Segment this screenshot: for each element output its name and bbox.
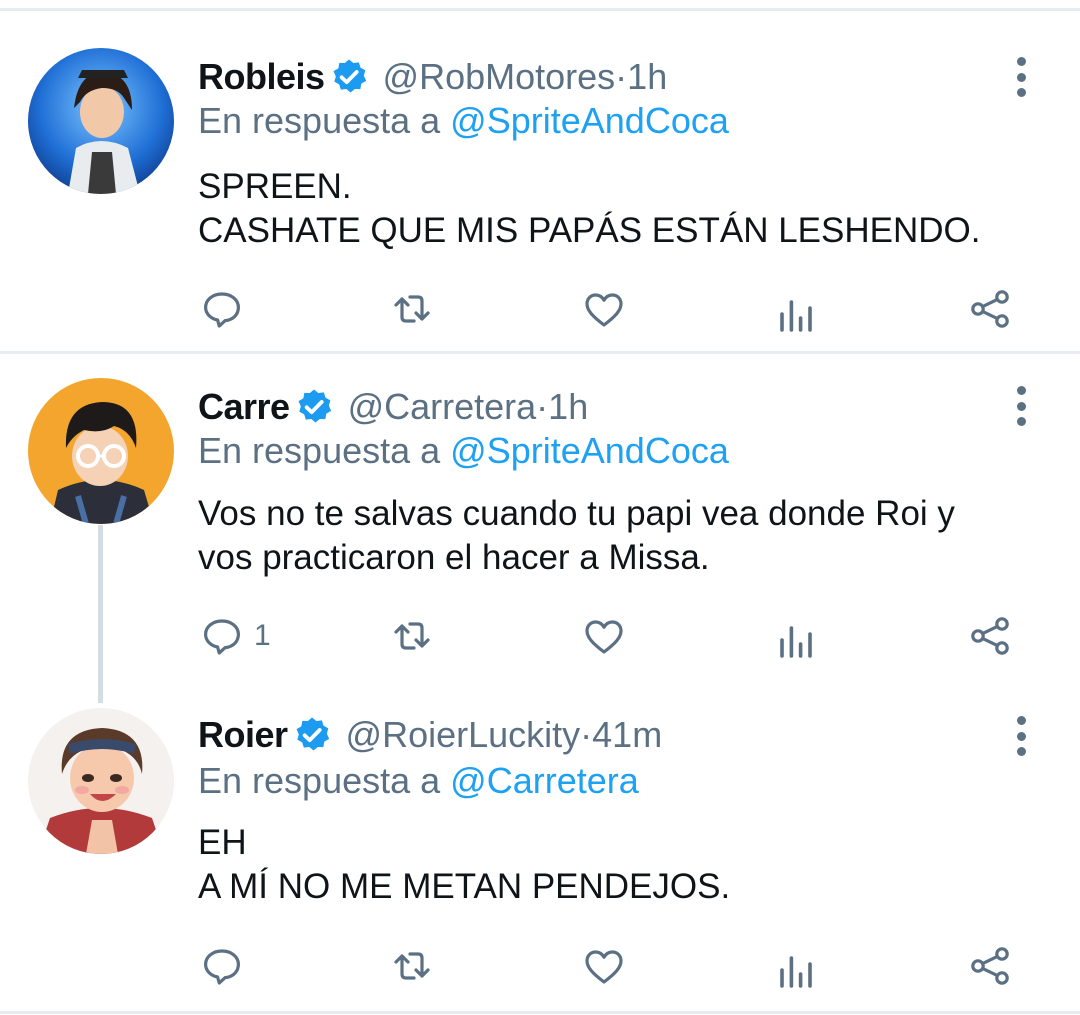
share-icon <box>971 947 1009 985</box>
like-button[interactable] <box>580 285 628 333</box>
reply-prefix: En respuesta a <box>198 760 451 801</box>
stats-button[interactable] <box>772 946 820 994</box>
reply-button[interactable]: 1 <box>198 612 271 660</box>
tweet[interactable]: Robleis @RobMotores · 1h En respuesta a … <box>0 0 1080 350</box>
reply-mention-link[interactable]: @SpriteAndCoca <box>450 430 729 471</box>
like-button[interactable] <box>580 612 628 660</box>
reply-context: En respuesta a @Carretera <box>198 760 639 802</box>
reply-count: 1 <box>254 619 271 652</box>
avatar[interactable] <box>28 378 174 524</box>
stats-button[interactable] <box>772 290 820 338</box>
reply-prefix: En respuesta a <box>198 100 451 141</box>
stats-icon <box>780 956 812 988</box>
separator: · <box>580 714 593 755</box>
retweet-icon <box>394 952 430 980</box>
display-name[interactable]: Robleis <box>198 56 325 98</box>
like-button[interactable] <box>580 942 628 990</box>
retweet-icon <box>394 295 430 323</box>
stats-button[interactable] <box>772 616 820 664</box>
bottom-divider <box>0 1011 1080 1014</box>
tweet-text-line: A MÍ NO ME METAN PENDEJOS. <box>198 867 731 906</box>
display-name[interactable]: Carre <box>198 386 290 428</box>
retweet-button[interactable] <box>388 285 436 333</box>
reply-mention-link[interactable]: @SpriteAndCoca <box>450 100 729 141</box>
tweet[interactable]: Roier @RoierLuckity · 41m En respuesta a… <box>0 684 1080 1011</box>
like-icon <box>585 293 623 327</box>
timestamp[interactable]: 1h <box>548 386 588 428</box>
share-icon <box>971 617 1009 655</box>
tweet-text: Vos no te salvas cuando tu papi vea dond… <box>198 492 1058 580</box>
share-button[interactable] <box>966 285 1014 333</box>
share-button[interactable] <box>966 942 1014 990</box>
tweet-text-line: vos practicaron el hacer a Missa. <box>198 538 710 577</box>
share-icon <box>971 290 1009 328</box>
tweet-header: Carre @Carretera · 1h <box>198 384 588 430</box>
stats-icon <box>780 300 812 332</box>
tweet-text-line: Vos no te salvas cuando tu papi vea dond… <box>198 494 955 533</box>
tweet-header: Robleis @RobMotores · 1h <box>198 54 667 100</box>
verified-badge-icon <box>333 59 366 93</box>
user-handle[interactable]: @RoierLuckity <box>346 714 581 756</box>
reply-context: En respuesta a @SpriteAndCoca <box>198 100 729 142</box>
separator: · <box>536 386 549 427</box>
user-handle[interactable]: @Carretera <box>348 386 537 428</box>
retweet-button[interactable] <box>388 612 436 660</box>
reply-icon <box>204 949 240 985</box>
tweet-text-line: EH <box>198 823 247 862</box>
verified-badge-icon <box>296 717 329 751</box>
avatar[interactable] <box>28 708 174 854</box>
retweet-icon <box>394 622 430 650</box>
like-icon <box>585 950 623 984</box>
like-icon <box>585 620 623 654</box>
more-options-icon[interactable] <box>1004 714 1038 758</box>
tweet-text: EH A MÍ NO ME METAN PENDEJOS. <box>198 821 1058 909</box>
tweet-text-line: CASHATE QUE MIS PAPÁS ESTÁN LESHENDO. <box>198 211 981 250</box>
tweet-header: Roier @RoierLuckity · 41m <box>198 712 662 758</box>
retweet-button[interactable] <box>388 942 436 990</box>
reply-mention-link[interactable]: @Carretera <box>450 760 639 801</box>
tweet[interactable]: Carre @Carretera · 1h En respuesta a @Sp… <box>0 354 1080 684</box>
user-handle[interactable]: @RobMotores <box>383 56 616 98</box>
reply-context: En respuesta a @SpriteAndCoca <box>198 430 729 472</box>
avatar[interactable] <box>28 48 174 194</box>
display-name[interactable]: Roier <box>198 714 288 756</box>
more-options-icon[interactable] <box>1004 384 1038 428</box>
reply-button[interactable] <box>198 942 254 990</box>
reply-icon <box>204 292 240 328</box>
share-button[interactable] <box>966 612 1014 660</box>
reply-icon <box>204 619 240 655</box>
reply-button[interactable] <box>198 285 254 333</box>
tweet-text: SPREEN. CASHATE QUE MIS PAPÁS ESTÁN LESH… <box>198 165 1058 253</box>
timestamp[interactable]: 1h <box>627 56 667 98</box>
separator: · <box>615 56 628 97</box>
more-options-icon[interactable] <box>1004 55 1038 99</box>
tweet-text-line: SPREEN. <box>198 167 352 206</box>
reply-prefix: En respuesta a <box>198 430 451 471</box>
verified-badge-icon <box>298 389 331 423</box>
stats-icon <box>780 626 812 658</box>
timestamp[interactable]: 41m <box>592 714 662 756</box>
